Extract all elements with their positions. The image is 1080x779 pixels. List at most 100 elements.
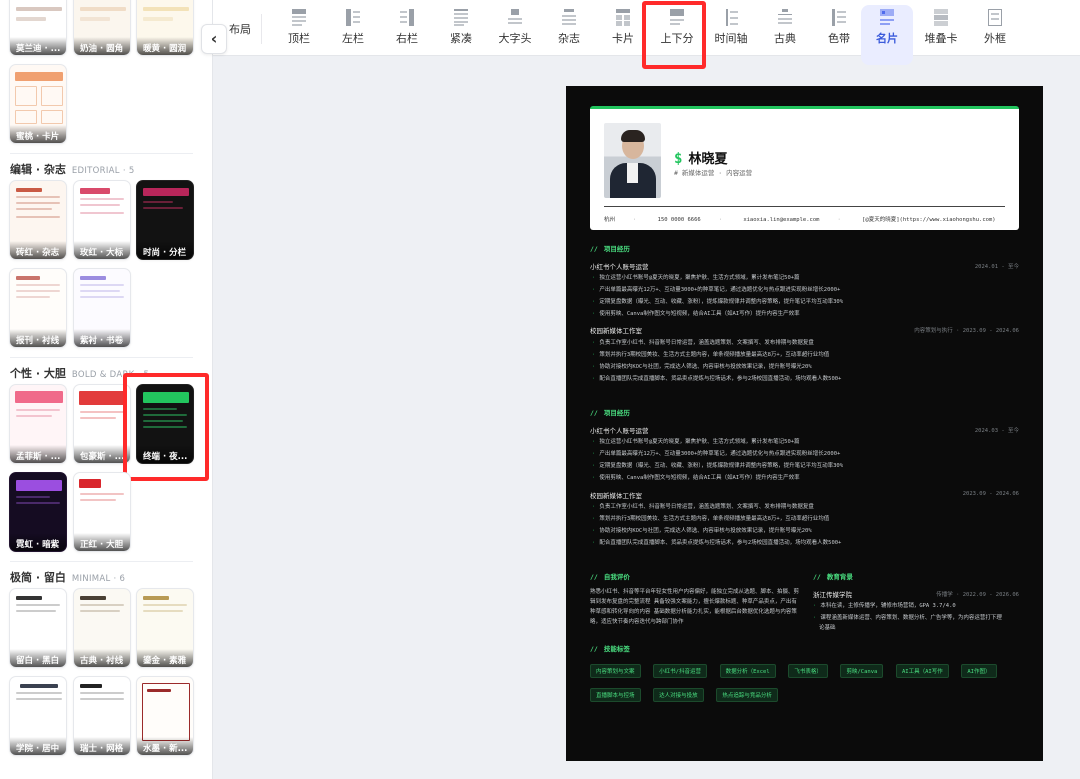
bullet: · 配合直播团队完成直播脚本、货品卖点提炼与控场话术，参与2场校园直播活动，场均观… (592, 376, 842, 382)
skill-tag: 小红书/抖音运营 (653, 664, 707, 678)
template-thumb-label: 霓虹 · 暗紫 (10, 533, 66, 551)
template-thumb[interactable]: 正红 · 大胆 (73, 472, 131, 552)
job-date: 内容策划与执行 · 2023.09 - 2024.06 (914, 328, 1019, 334)
bullet: · 协助对接校内KOC与社团，完成达人筛选、内容审核与投放效果记录，提升账号曝光2… (592, 528, 812, 534)
tab-outer-frame[interactable]: 外框 (969, 6, 1021, 50)
template-thumb[interactable]: 古典 · 衬线 (73, 588, 131, 668)
bullet: · 产出单篇最高曝光12万+、互动量3000+的种草笔记，通过选题优化与热点跟进实… (592, 451, 841, 457)
tab-label: 堆叠卡 (924, 32, 958, 45)
template-thumb-label: 孟菲斯 · ... (10, 445, 66, 463)
template-thumb[interactable]: 孟菲斯 · ... (9, 384, 67, 464)
bullet: · 独立运营小红书账号@夏天的晓夏，聚焦护肤、生活方式领域，累计发布笔记50+篇 (592, 439, 800, 445)
tab-name-card[interactable]: 名片 (861, 6, 913, 50)
section-heading: //技能标签 (590, 645, 630, 653)
layout-magazine-icon (562, 9, 576, 26)
tab-timeline[interactable]: 时间轴 (705, 6, 757, 50)
bullet: · 策划并执行3期校园美妆、生活方式主题内容，单条视频播放量最高达8万+，互动率超… (592, 352, 830, 358)
layout-stacked-card-icon (934, 9, 948, 26)
candidate-name: $ 林晓夏 (674, 151, 728, 167)
bullet: · 定期复盘数据（曝光、互动、收藏、涨粉），提炼爆款规律并调整内容策略，提升笔记平… (592, 299, 843, 305)
template-thumb[interactable]: 瑞士 · 网格 (73, 676, 131, 756)
template-thumb[interactable]: 蜜桃 · 卡片 (9, 64, 67, 144)
tab-label: 大字头 (498, 32, 532, 45)
layout-classic-icon (778, 9, 792, 26)
skill-tag: 剪映/Canva (840, 664, 884, 678)
layout-group-label: 布局 (229, 23, 251, 36)
bullet: · 独立运营小红书账号@夏天的晓夏，聚焦护肤、生活方式领域，累计发布笔记50+篇 (592, 275, 800, 281)
contact-info: 杭州 · 150 0000 6666 · xiaoxia.lin@example.c… (604, 217, 996, 223)
template-thumb[interactable]: 霓虹 · 暗紫 (9, 472, 67, 552)
skill-tag: AI作图） (961, 664, 997, 678)
tab-compact[interactable]: 紧凑 (435, 6, 487, 50)
template-thumb[interactable]: 玫红 · 大标 (73, 180, 131, 260)
skill-tag: 热点追踪与竞品分析 (716, 688, 778, 702)
template-thumb[interactable]: 暖黄 · 圆润 (136, 0, 194, 56)
highlight-box (642, 1, 706, 69)
template-thumb-label: 暖黄 · 圆润 (137, 37, 193, 55)
section-divider (10, 357, 193, 358)
template-thumb-label: 时尚 · 分栏 (137, 241, 193, 259)
skill-tag: 直播脚本与控场 (590, 688, 641, 702)
job-title: 小红书个人账号运营 (590, 427, 649, 435)
template-thumb[interactable]: 水墨 · 新... (136, 676, 194, 756)
template-thumb-label: 瑞士 · 网格 (74, 737, 130, 755)
toolbar-divider (261, 14, 262, 44)
template-thumb[interactable]: 鎏金 · 素雅 (136, 588, 194, 668)
tab-big-header[interactable]: 大字头 (489, 6, 541, 50)
template-thumb[interactable]: 学院 · 居中 (9, 676, 67, 756)
template-thumb-label: 鎏金 · 素雅 (137, 649, 193, 667)
tab-magazine[interactable]: 杂志 (543, 6, 595, 50)
template-thumb-label: 奶油 · 圆角 (74, 37, 130, 55)
template-thumb-label: 蜜桃 · 卡片 (10, 125, 66, 143)
template-thumb-label: 莫兰迪 · ... (10, 37, 66, 55)
tab-stacked-card[interactable]: 堆叠卡 (915, 6, 967, 50)
section-title-minimal: 极简 · 留白 MINIMAL · 6 (10, 571, 126, 584)
highlight-box (123, 373, 209, 481)
tab-color-band[interactable]: 色带 (813, 6, 865, 50)
bullet: · 配合直播团队完成直播脚本、货品卖点提炼与控场话术，参与2场校园直播活动，场均观… (592, 540, 842, 546)
skill-tags: 内容策划与文案 小红书/抖音运营 数据分析（Excel 飞书表格） 剪映/Can… (590, 658, 1010, 706)
template-thumb-label: 紫衬 · 书卷 (74, 329, 130, 347)
profile-card: $ 林晓夏 # 新媒体运营 · 内容运营 杭州 · 150 0000 6666 · x… (590, 106, 1019, 230)
template-thumb[interactable]: 紫衬 · 书卷 (73, 268, 131, 348)
bullet: · 使用剪映、Canva制作图文与短视频，结合AI工具（如AI写作）提升内容生产效… (592, 311, 800, 317)
tab-label: 名片 (876, 32, 898, 45)
tab-label: 色带 (828, 32, 850, 45)
layout-timeline-icon (724, 9, 738, 26)
edu-line: 论基础 (819, 625, 836, 631)
skill-tag: 内容策划与文案 (590, 664, 641, 678)
tab-right-column[interactable]: 右栏 (381, 6, 433, 50)
template-thumb[interactable]: 莫兰迪 · ... (9, 0, 67, 56)
template-thumb-label: 正红 · 大胆 (74, 533, 130, 551)
layout-name-card-icon (880, 9, 894, 26)
layout-color-band-icon (832, 9, 846, 26)
template-thumb[interactable]: 时尚 · 分栏 (136, 180, 194, 260)
collapse-sidebar-button[interactable]: ‹ (201, 24, 227, 54)
section-heading: //自我评价 (590, 573, 630, 581)
template-thumb[interactable]: 奶油 · 圆角 (73, 0, 131, 56)
candidate-role: # 新媒体运营 · 内容运营 (674, 169, 753, 177)
edu-line: · 本科在读，主修传播学，辅修市场营销，GPA 3.7/4.0 (813, 603, 956, 609)
section-divider (10, 153, 193, 154)
tab-left-column[interactable]: 左栏 (327, 6, 379, 50)
resume-preview: $ 林晓夏 # 新媒体运营 · 内容运营 杭州 · 150 0000 6666 · x… (566, 86, 1043, 761)
job-date: 2023.09 - 2024.06 (962, 491, 1019, 497)
section-heading: //项目经历 (590, 409, 630, 417)
section-divider (10, 561, 193, 562)
tab-top-bar[interactable]: 顶栏 (273, 6, 325, 50)
self-evaluation-text: 熟悉小红书、抖音等平台年轻女性用户内容偏好，能独立完成从选题、脚本、拍摄、剪辑到… (590, 589, 800, 625)
profile-photo (604, 123, 661, 198)
template-thumb[interactable]: 留白 · 黑白 (9, 588, 67, 668)
template-thumb[interactable]: 砖红 · 杂志 (9, 180, 67, 260)
job-title: 小红书个人账号运营 (590, 263, 649, 271)
template-thumb[interactable]: 报刊 · 衬线 (9, 268, 67, 348)
tab-classic[interactable]: 古典 (759, 6, 811, 50)
job-title: 校园新媒体工作室 (590, 492, 642, 500)
template-thumb-label: 留白 · 黑白 (10, 649, 66, 667)
skill-tag: 数据分析（Excel (719, 664, 776, 678)
layout-top-bar-icon (292, 9, 306, 26)
skill-tag: 达人对接与投放 (653, 688, 704, 702)
template-thumb-label: 玫红 · 大标 (74, 241, 130, 259)
layout-left-column-icon (346, 9, 360, 26)
template-thumb-label: 古典 · 衬线 (74, 649, 130, 667)
